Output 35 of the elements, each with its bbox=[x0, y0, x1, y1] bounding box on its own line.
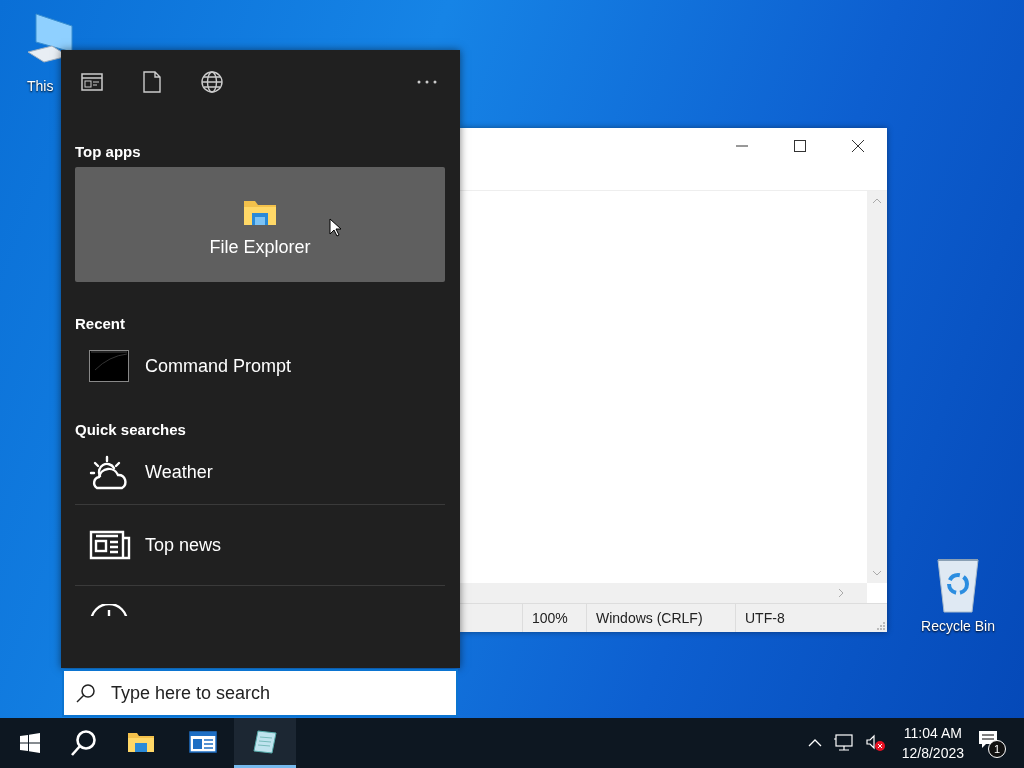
section-heading: Quick searches bbox=[75, 420, 187, 440]
app-tile[interactable]: File Explorer bbox=[75, 167, 445, 282]
network-icon[interactable] bbox=[833, 734, 854, 752]
desktop-icon-label[interactable]: Recycle Bin bbox=[921, 618, 995, 634]
search-result-item[interactable]: Top news bbox=[75, 504, 445, 585]
newspaper-icon bbox=[89, 530, 131, 560]
status-bar-cell: 100% bbox=[522, 604, 586, 632]
search-result-item[interactable]: Weather bbox=[75, 440, 445, 504]
notepad-icon bbox=[252, 728, 278, 755]
more-options-icon[interactable] bbox=[417, 80, 437, 84]
clock-date[interactable]: 12/8/2023 bbox=[901, 743, 964, 763]
status-bar-cell: Windows (CRLF) bbox=[586, 604, 735, 632]
status-bar-cell: UTF-8 bbox=[735, 604, 863, 632]
section-heading: Top apps bbox=[75, 142, 142, 162]
speaker-muted-icon[interactable] bbox=[865, 734, 886, 752]
clock-time[interactable]: 11:04 AM bbox=[903, 723, 962, 743]
search-icon bbox=[76, 683, 96, 703]
mouse-pointer-icon bbox=[329, 218, 341, 237]
desktop-icon-label[interactable]: This bbox=[27, 78, 54, 94]
folder-icon bbox=[127, 730, 155, 753]
globe-icon[interactable] bbox=[201, 71, 223, 93]
resize-grip-icon[interactable] bbox=[875, 620, 885, 630]
notification-count-badge: 1 bbox=[988, 740, 1006, 758]
taskbar-app-button[interactable] bbox=[234, 718, 296, 768]
section-heading: Recent bbox=[75, 314, 127, 334]
search-result-item[interactable]: Command Prompt bbox=[75, 334, 445, 398]
search-icon[interactable] bbox=[70, 729, 98, 757]
terminal-icon bbox=[89, 350, 129, 382]
search-field[interactable]: Type here to search bbox=[62, 669, 458, 717]
clock-icon bbox=[89, 604, 129, 616]
document-icon[interactable] bbox=[143, 71, 161, 93]
window-icon[interactable] bbox=[81, 73, 103, 91]
window-icon bbox=[189, 730, 217, 753]
windows-logo-icon[interactable] bbox=[20, 733, 40, 753]
horizontal-scrollbar[interactable] bbox=[460, 583, 867, 603]
